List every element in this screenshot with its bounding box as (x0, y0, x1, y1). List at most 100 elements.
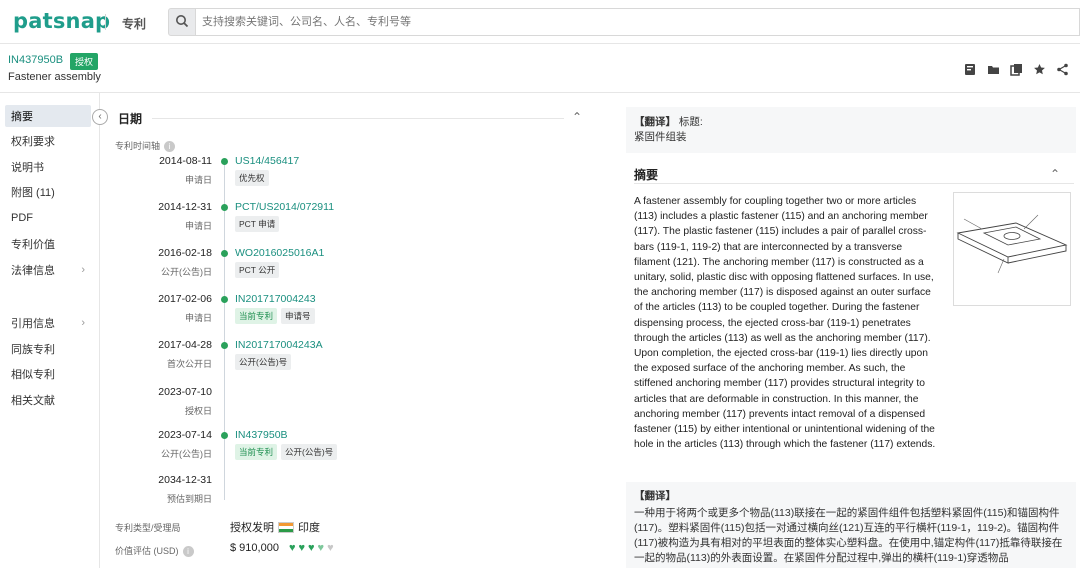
divider (105, 14, 106, 30)
timeline-dot (221, 158, 228, 165)
event-tag: 申请号 (281, 308, 315, 324)
chevron-right-icon: › (81, 317, 85, 329)
event-type: 公开(公告)日 (161, 449, 212, 459)
value-amount: $ 910,000 ♥ ♥ ♥ ♥ ♥ (230, 542, 334, 554)
sidebar: 摘要 权利要求 说明书 附图 (11) PDF 专利价值 法律信息 › 引用信息 ›… (0, 93, 100, 568)
event-date: 2034-12-31 (158, 474, 212, 486)
patent-type-label: 专利类型/受理局 (115, 523, 181, 533)
event-tag: 当前专利 (235, 444, 278, 460)
value-heart-icon: ♥ (327, 542, 334, 554)
value-heart-icon: ♥ (308, 542, 315, 554)
event-date: 2023-07-14 (158, 429, 212, 441)
title-translation: 【翻译】 标题: 紧固件组装 (626, 107, 1076, 153)
timeline-event: 2014-12-31 申请日 PCT/US2014/072911 PCT 申请 (100, 201, 480, 241)
top-bar: patsnap 专利 (0, 0, 1080, 44)
sidebar-item-citations[interactable]: 引用信息 › (5, 312, 91, 334)
event-type: 首次公开日 (166, 359, 212, 369)
patent-type-value: 授权发明 印度 (230, 521, 320, 534)
timeline-event: 2014-08-11 申请日 US14/456417 优先权 (100, 155, 480, 195)
search-icon (175, 14, 189, 31)
collapse-sidebar-button[interactable]: ‹ (92, 109, 108, 125)
event-patent-link[interactable]: IN201717004243A (235, 339, 323, 351)
event-tags: 公开(公告)号 (235, 354, 292, 370)
search-input[interactable] (196, 8, 1080, 36)
status-badge: 授权 (70, 53, 99, 70)
sidebar-item-abstract[interactable]: 摘要 (5, 105, 91, 127)
translated-title: 紧固件组装 (634, 131, 687, 143)
event-type: 公开(公告)日 (161, 267, 212, 277)
event-tag: 公开(公告)号 (281, 444, 338, 460)
event-date: 2016-02-18 (158, 247, 212, 259)
divider (0, 92, 1080, 93)
star-icon[interactable] (1032, 62, 1047, 77)
sidebar-item-value[interactable]: 专利价值 (5, 233, 91, 255)
event-tag: 优先权 (235, 170, 269, 186)
event-type: 申请日 (184, 313, 212, 323)
info-icon[interactable]: i (182, 546, 194, 558)
india-flag-icon (278, 521, 294, 533)
sidebar-item-pdf[interactable]: PDF (5, 207, 91, 229)
abstract-translation: 【翻译】 一种用于将两个或更多个物品(113)联接在一起的紧固件组件包括塑料紧固… (626, 482, 1076, 568)
translated-abstract: 一种用于将两个或更多个物品(113)联接在一起的紧固件组件包括塑料紧固件(115… (634, 507, 1063, 564)
event-type: 申请日 (184, 221, 212, 231)
patsnap-logo[interactable]: patsnap (13, 9, 110, 33)
sidebar-item-similar[interactable]: 相似专利 (5, 363, 91, 385)
module-label[interactable]: 专利 (122, 15, 146, 32)
timeline-dot (221, 432, 228, 439)
timeline-event: 2017-04-28 首次公开日 IN201717004243A 公开(公告)号 (100, 339, 480, 379)
divider (634, 183, 1074, 184)
value-heart-icon: ♥ (317, 542, 325, 554)
patent-figure-thumbnail[interactable] (953, 192, 1071, 306)
event-tag: 当前专利 (235, 308, 278, 324)
section-heading-dates: 日期 (118, 112, 143, 126)
event-patent-link[interactable]: IN201717004243 (235, 293, 316, 305)
sidebar-item-claims[interactable]: 权利要求 (5, 130, 91, 152)
value-rating: ♥ ♥ ♥ ♥ ♥ (289, 542, 334, 554)
event-tag: 公开(公告)号 (235, 354, 292, 370)
chevron-left-icon: ‹ (98, 111, 102, 122)
timeline-event: 2017-02-06 申请日 IN201717004243 当前专利 申请号 (100, 293, 480, 333)
event-patent-link[interactable]: IN437950B (235, 429, 288, 441)
event-type: 申请日 (184, 175, 212, 185)
timeline-dot (221, 250, 228, 257)
event-tag: PCT 申请 (235, 216, 280, 232)
event-type: 预估到期日 (166, 494, 212, 504)
abstract-text: A fastener assembly for coupling togethe… (634, 196, 936, 451)
sidebar-item-literature[interactable]: 相关文献 (5, 389, 91, 411)
sidebar-item-legal[interactable]: 法律信息 › (5, 259, 91, 281)
info-icon[interactable]: i (164, 141, 176, 153)
search-button[interactable] (168, 8, 196, 36)
event-patent-link[interactable]: US14/456417 (235, 155, 299, 167)
chevron-right-icon: › (81, 264, 85, 276)
timeline-dot (221, 342, 228, 349)
event-type: 授权日 (184, 406, 212, 416)
timeline-dot (221, 204, 228, 211)
timeline-event: 2034-12-31 预估到期日 (100, 474, 480, 514)
patent-title: Fastener assembly (8, 71, 101, 83)
chevron-up-icon[interactable]: ⌃ (572, 110, 582, 124)
sidebar-item-description[interactable]: 说明书 (5, 156, 91, 178)
sidebar-item-family[interactable]: 同族专利 (5, 338, 91, 360)
event-tags: PCT 公开 (235, 262, 280, 278)
section-heading-abstract: 摘要 (634, 168, 659, 182)
folder-icon[interactable] (986, 62, 1001, 77)
value-heart-icon: ♥ (288, 542, 296, 554)
sidebar-item-figures[interactable]: 附图 (11) (5, 181, 91, 203)
event-patent-link[interactable]: PCT/US2014/072911 (235, 201, 334, 213)
event-tags: PCT 申请 (235, 216, 280, 232)
event-date: 2014-12-31 (158, 201, 212, 213)
event-date: 2017-04-28 (158, 339, 212, 351)
event-tags: 当前专利 申请号 (235, 308, 315, 324)
event-date: 2014-08-11 (159, 155, 212, 167)
event-patent-link[interactable]: WO2016025016A1 (235, 247, 324, 259)
share-icon[interactable] (1055, 62, 1070, 77)
chevron-up-icon[interactable]: ⌃ (1050, 167, 1060, 181)
event-date: 2023-07-10 (158, 386, 212, 398)
event-tags: 优先权 (235, 170, 269, 186)
copy-icon[interactable] (1009, 62, 1024, 77)
event-date: 2017-02-06 (158, 293, 212, 305)
value-label: 价值评估 (USD) i (115, 544, 194, 558)
export-icon[interactable] (963, 62, 978, 77)
timeline-event: 2016-02-18 公开(公告)日 WO2016025016A1 PCT 公开 (100, 247, 480, 287)
timeline-dot (221, 296, 228, 303)
